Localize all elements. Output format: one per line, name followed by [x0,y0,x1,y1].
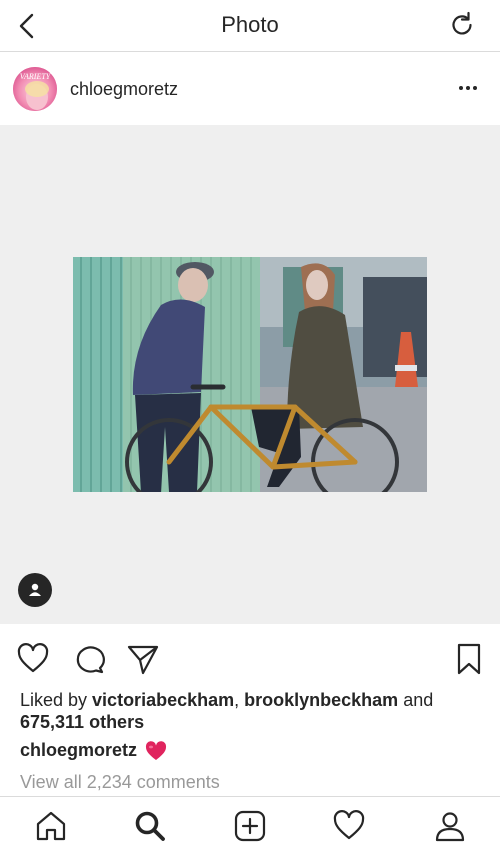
refresh-icon[interactable] [448,10,476,38]
top-bar: Photo [0,0,500,52]
post-actions [0,624,500,684]
heart-icon[interactable] [16,642,50,676]
post-username[interactable]: chloegmoretz [70,79,178,100]
likes-and: and [398,690,434,710]
view-all-comments-link[interactable]: View all 2,234 comments [20,772,220,793]
likes-prefix: Liked by [20,690,93,710]
avatar-image: VARIETY [13,67,57,111]
bottom-navigation [0,796,500,856]
activity-heart-icon[interactable] [332,809,366,843]
home-icon[interactable] [34,809,68,843]
likes-count[interactable]: 675,311 others [20,712,144,732]
avatar-logo-text: VARIETY [20,72,52,81]
page-title: Photo [221,12,279,37]
post-media[interactable] [0,126,500,624]
liked-by-user-2[interactable]: brooklynbeckham [244,690,398,710]
bookmark-icon[interactable] [452,642,486,676]
post-header: VARIETY chloegmoretz [0,52,500,126]
red-heart-emoji-icon [145,740,167,760]
send-icon[interactable] [126,642,160,676]
liked-by-user-1[interactable]: victoriabeckham [92,690,234,710]
likes-text: Liked by victoriabeckham, brooklynbeckha… [20,689,480,733]
more-icon[interactable] [456,78,480,98]
likes-separator: , [234,690,245,710]
caption-username[interactable]: chloegmoretz [20,740,137,761]
avatar[interactable]: VARIETY [13,67,57,111]
profile-icon[interactable] [433,809,467,843]
tag-people-button[interactable] [18,573,52,607]
comment-icon[interactable] [72,642,106,676]
person-tag-icon [29,583,41,596]
add-icon[interactable] [233,809,267,843]
caption: chloegmoretz [20,740,167,761]
search-icon[interactable] [133,809,167,843]
post-photo [73,257,427,492]
